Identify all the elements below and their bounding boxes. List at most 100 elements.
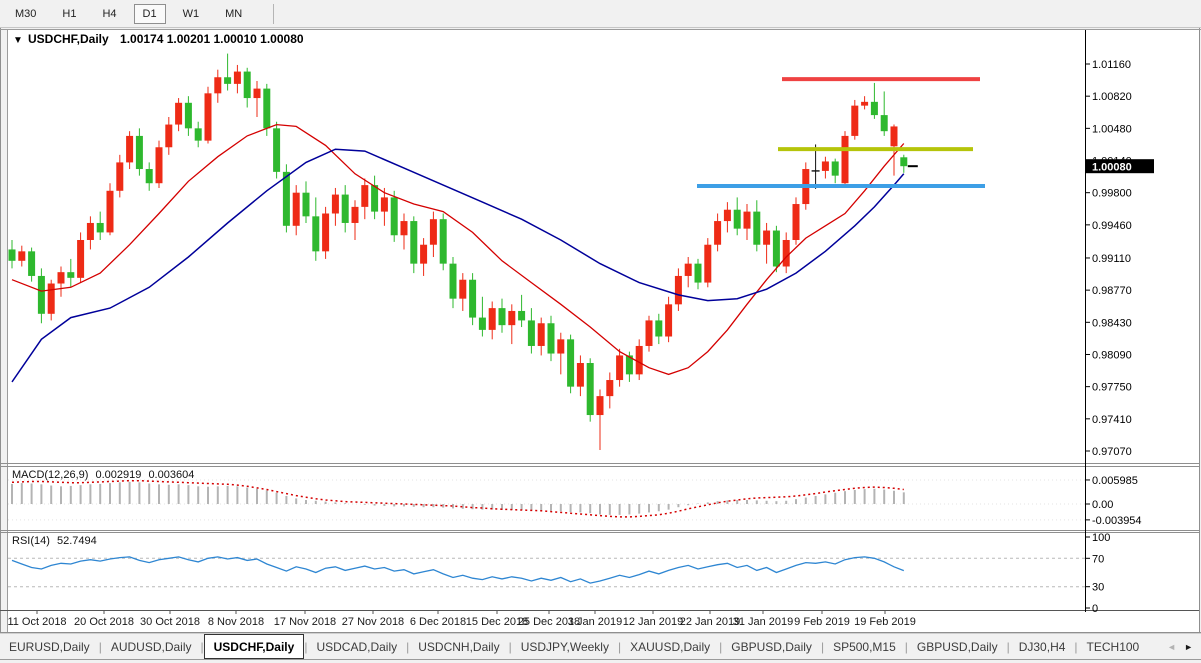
candle: [734, 210, 741, 229]
tab-usdchf-daily[interactable]: USDCHF,Daily: [204, 634, 305, 659]
candle: [146, 169, 153, 183]
candle: [891, 126, 898, 146]
candle: [822, 161, 829, 170]
candle: [538, 323, 545, 346]
timeframe-button-H1[interactable]: H1: [53, 4, 85, 24]
rsi-axis-label: 30: [1092, 582, 1104, 594]
timeframe-button-W1[interactable]: W1: [174, 4, 209, 24]
candle: [489, 308, 496, 330]
price-axis-label: 0.98090: [1092, 349, 1132, 361]
tab-usdjpy-weekly[interactable]: USDJPY,Weekly: [512, 634, 618, 659]
tab-audusd-daily[interactable]: AUDUSD,Daily: [102, 634, 201, 659]
candle: [224, 77, 231, 84]
macd-indicator-label: MACD(12,26,9) 0.002919 0.003604: [12, 469, 194, 481]
candle: [753, 212, 760, 245]
tab-gbpusd-daily[interactable]: GBPUSD,Daily: [908, 634, 1007, 659]
toolbar-separator: [273, 4, 274, 24]
chart-plot-area[interactable]: [8, 30, 1085, 612]
candle: [783, 240, 790, 266]
candle: [371, 185, 378, 211]
macd-axis-label: 0.005985: [1092, 475, 1138, 487]
candle: [244, 72, 251, 98]
candle: [832, 161, 839, 175]
tab-eurusd-daily[interactable]: EURUSD,Daily: [0, 634, 99, 659]
chart-ohlc-values: 1.00174 1.00201 1.00010 1.00080: [120, 32, 304, 46]
candle: [401, 221, 408, 235]
candle: [332, 195, 339, 214]
candle: [28, 251, 35, 276]
price-axis-label: 1.00820: [1092, 91, 1132, 103]
tab-usdcnh-daily[interactable]: USDCNH,Daily: [409, 634, 508, 659]
candle: [234, 72, 241, 84]
candle: [459, 280, 466, 299]
tab-tech100[interactable]: TECH100: [1078, 634, 1149, 659]
date-axis-label: 31 Jan 2019: [733, 616, 794, 628]
rsi-name: RSI(14): [12, 535, 50, 547]
candle: [724, 210, 731, 221]
timeframe-button-M30[interactable]: M30: [6, 4, 45, 24]
tab-gbpusd-daily[interactable]: GBPUSD,Daily: [722, 634, 821, 659]
chart-title: USDCHF,Daily 1.00174 1.00201 1.00010 1.0…: [28, 32, 304, 46]
tab-scroll-left-icon[interactable]: ◄: [1163, 642, 1180, 652]
rsi-axis-label: 0: [1092, 603, 1098, 615]
candle: [665, 304, 672, 336]
rsi-axis-label: 100: [1092, 532, 1110, 544]
candle: [469, 280, 476, 318]
candle: [450, 264, 457, 299]
candle: [773, 231, 780, 267]
candle: [744, 212, 751, 229]
timeframe-button-D1[interactable]: D1: [134, 4, 166, 24]
candle: [38, 276, 45, 314]
rsi-value: 52.7494: [57, 535, 97, 547]
candle: [48, 284, 55, 314]
price-axis-label: 0.99110: [1092, 253, 1131, 265]
candle: [9, 249, 16, 260]
candle: [557, 339, 564, 353]
macd-axis-label: 0.00: [1092, 499, 1113, 511]
symbol-dropdown-icon[interactable]: ▼: [13, 35, 23, 46]
tab-scroll-right-icon[interactable]: ►: [1180, 642, 1197, 652]
candle: [273, 128, 280, 172]
tab-dj30-h4[interactable]: DJ30,H4: [1010, 634, 1075, 659]
candle: [567, 339, 574, 386]
tab-xauusd-daily[interactable]: XAUUSD,Daily: [621, 634, 719, 659]
candle: [636, 346, 643, 374]
candle: [342, 195, 349, 223]
price-axis-label: 0.97070: [1092, 446, 1132, 458]
macd-name: MACD(12,26,9): [12, 469, 88, 481]
chart-tab-bar: EURUSD,Daily|AUDUSD,Daily|USDCHF,Daily|U…: [0, 633, 1201, 660]
candle: [352, 207, 359, 223]
candle: [685, 264, 692, 276]
date-axis-label: 11 Oct 2018: [7, 616, 66, 628]
candle: [528, 320, 535, 346]
date-axis-label: 19 Feb 2019: [854, 616, 916, 628]
candle: [97, 223, 104, 232]
candle: [479, 318, 486, 330]
price-axis-label: 0.98430: [1092, 317, 1132, 329]
candle: [851, 106, 858, 136]
current-price-value: 1.00080: [1092, 162, 1132, 174]
date-axis-label: 3 Jan 2019: [568, 616, 622, 628]
candle: [714, 221, 721, 245]
candle: [440, 219, 447, 263]
candle: [67, 272, 74, 278]
candle: [126, 136, 133, 162]
date-axis-label: 17 Nov 2018: [274, 616, 336, 628]
candle: [165, 125, 172, 148]
chart-symbol-label: USDCHF,Daily: [28, 32, 109, 46]
timeframe-button-MN[interactable]: MN: [216, 4, 251, 24]
date-axis-label: 12 Jan 2019: [623, 616, 684, 628]
chart-canvas: 1.011601.008201.004801.001400.998000.994…: [0, 28, 1201, 633]
tab-usdcad-daily[interactable]: USDCAD,Daily: [307, 634, 406, 659]
candle: [175, 103, 182, 125]
candle: [283, 172, 290, 226]
price-axis-label: 0.98770: [1092, 285, 1132, 297]
candle: [518, 311, 525, 320]
candle: [606, 380, 613, 396]
tab-sp500-m15[interactable]: SP500,M15: [824, 634, 905, 659]
date-axis-label: 22 Jan 2019: [680, 616, 741, 628]
timeframe-button-H4[interactable]: H4: [93, 4, 125, 24]
candle: [87, 223, 94, 240]
candle: [646, 320, 653, 346]
tab-scroll-arrows: ◄►: [1163, 634, 1201, 659]
